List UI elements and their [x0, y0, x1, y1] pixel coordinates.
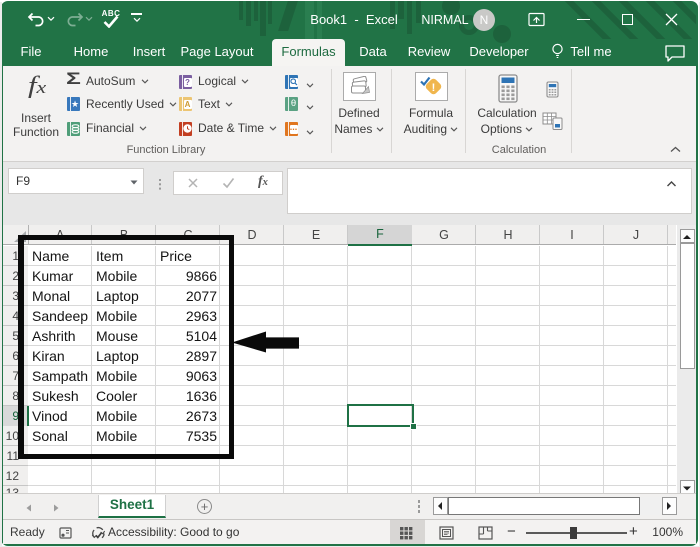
svg-text:!: !	[432, 82, 436, 94]
